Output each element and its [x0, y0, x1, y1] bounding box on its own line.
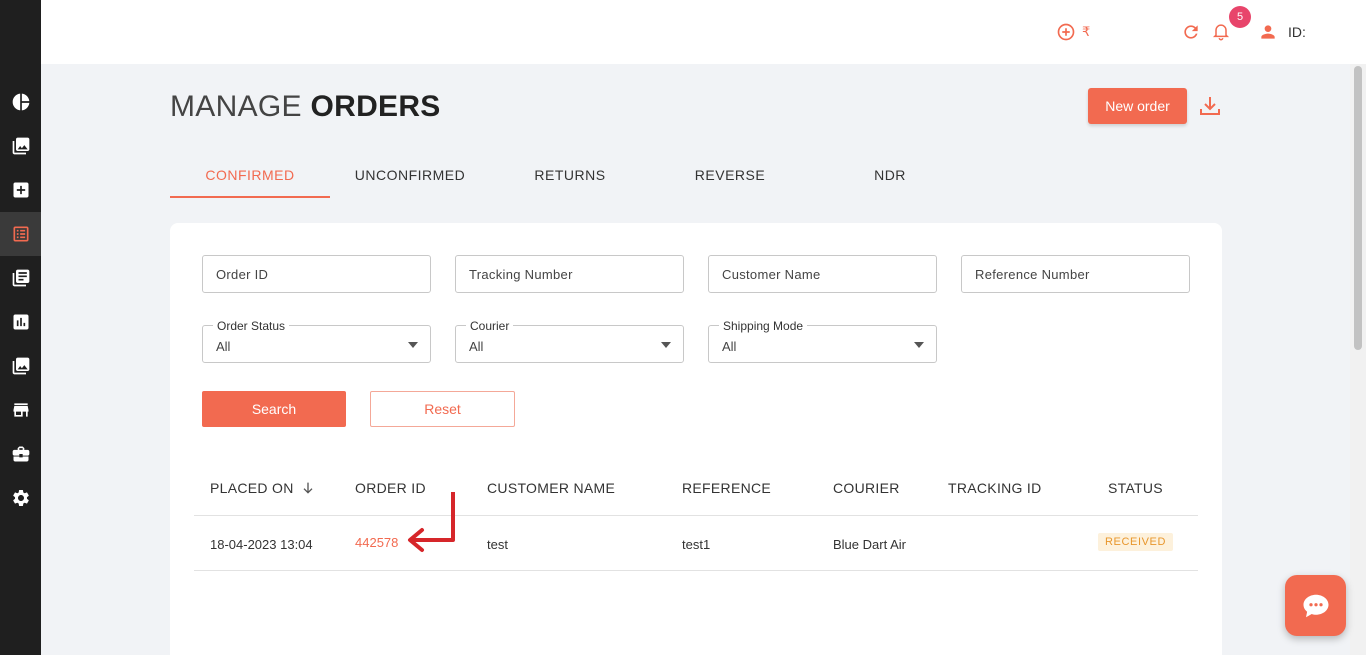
tab-unconfirmed[interactable]: UNCONFIRMED — [330, 160, 490, 198]
sidebar-item-gallery[interactable] — [0, 344, 41, 388]
gallery-icon — [12, 357, 29, 375]
sidebar — [0, 0, 41, 655]
cell-placed-on: 18-04-2023 13:04 — [210, 537, 313, 552]
column-header-label: PLACED ON — [210, 480, 294, 496]
list-icon — [13, 226, 28, 242]
reset-button[interactable]: Reset — [370, 391, 515, 427]
notifications-button[interactable] — [1211, 21, 1231, 41]
order-status-value: All — [216, 339, 231, 354]
sidebar-item-images[interactable] — [0, 124, 41, 168]
column-header-reference: REFERENCE — [682, 480, 772, 496]
settings-icon — [12, 490, 29, 506]
shipping-mode-select[interactable]: Shipping Mode All — [708, 319, 937, 363]
table-divider — [194, 570, 1198, 571]
notification-badge: 5 — [1229, 6, 1251, 28]
tab-returns[interactable]: RETURNS — [490, 160, 650, 198]
sidebar-item-settings[interactable] — [0, 476, 41, 520]
add-box-icon — [13, 182, 28, 198]
courier-value: All — [469, 339, 484, 354]
user-id-label: ID: — [1288, 24, 1306, 40]
scrollbar-thumb[interactable] — [1354, 66, 1362, 350]
new-order-button[interactable]: New order — [1088, 88, 1187, 124]
download-button[interactable] — [1198, 94, 1222, 123]
tab-ndr[interactable]: NDR — [810, 160, 970, 198]
wallet-recharge[interactable]: ₹ — [1056, 22, 1090, 42]
cell-customer-name: test — [487, 537, 508, 552]
courier-select[interactable]: Courier All — [455, 319, 684, 363]
sidebar-item-store[interactable] — [0, 388, 41, 432]
cell-courier: Blue Dart Air — [833, 537, 906, 552]
chevron-down-icon — [408, 342, 418, 348]
tab-confirmed[interactable]: CONFIRMED — [170, 160, 330, 198]
tab-reverse[interactable]: REVERSE — [650, 160, 810, 198]
reference-number-input[interactable]: Reference Number — [961, 255, 1190, 293]
images-icon — [12, 137, 29, 155]
briefcase-icon — [12, 446, 29, 462]
bar-chart-icon — [13, 314, 28, 330]
tracking-number-input[interactable]: Tracking Number — [455, 255, 684, 293]
shipping-mode-value: All — [722, 339, 737, 354]
order-id-link[interactable]: 442578 — [355, 535, 398, 550]
cell-reference: test1 — [682, 537, 711, 552]
shipping-mode-label: Shipping Mode — [719, 319, 808, 333]
customer-name-input[interactable]: Customer Name — [708, 255, 937, 293]
chevron-down-icon — [661, 342, 671, 348]
order-status-select[interactable]: Order Status All — [202, 319, 431, 363]
sidebar-item-orders[interactable] — [0, 212, 41, 256]
user-menu[interactable]: ID: — [1258, 22, 1306, 42]
courier-label: Courier — [466, 319, 514, 333]
sidebar-item-add[interactable] — [0, 168, 41, 212]
download-icon — [1200, 97, 1220, 115]
column-header-customer-name: CUSTOMER NAME — [487, 480, 616, 496]
bell-icon — [1212, 24, 1230, 41]
arrow-down-icon — [303, 482, 313, 494]
store-icon — [13, 403, 28, 417]
page-title-bold: ORDERS — [310, 90, 441, 123]
column-header-courier: COURIER — [833, 480, 900, 496]
refresh-button[interactable] — [1181, 22, 1201, 42]
order-id-input[interactable]: Order ID — [202, 255, 431, 293]
status-badge: RECEIVED — [1098, 533, 1174, 551]
column-header-status: STATUS — [1108, 480, 1163, 496]
chat-button[interactable] — [1285, 575, 1346, 636]
wallet-balance: ₹ — [1082, 24, 1091, 39]
pie-chart-icon — [12, 93, 29, 111]
add-circle-icon — [1057, 23, 1075, 41]
top-bar — [41, 0, 1366, 64]
chevron-down-icon — [914, 342, 924, 348]
annotation-arrow-icon — [408, 492, 455, 552]
page-scrollbar[interactable] — [1350, 64, 1366, 655]
sidebar-item-reports[interactable] — [0, 300, 41, 344]
refresh-icon — [1184, 25, 1198, 39]
search-button[interactable]: Search — [202, 391, 346, 427]
table-divider — [194, 515, 1198, 516]
library-icon — [12, 269, 29, 287]
order-status-label: Order Status — [213, 319, 290, 333]
sidebar-item-business[interactable] — [0, 432, 41, 476]
column-header-tracking-id: TRACKING ID — [948, 480, 1042, 496]
column-header-placed-on[interactable]: PLACED ON — [210, 480, 316, 496]
chat-icon — [1303, 594, 1328, 617]
page-title: MANAGE ORDERS — [170, 90, 441, 124]
sidebar-item-dashboard[interactable] — [0, 80, 41, 124]
sidebar-item-library[interactable] — [0, 256, 41, 300]
page-title-light: MANAGE — [170, 90, 302, 123]
user-icon — [1261, 25, 1275, 39]
